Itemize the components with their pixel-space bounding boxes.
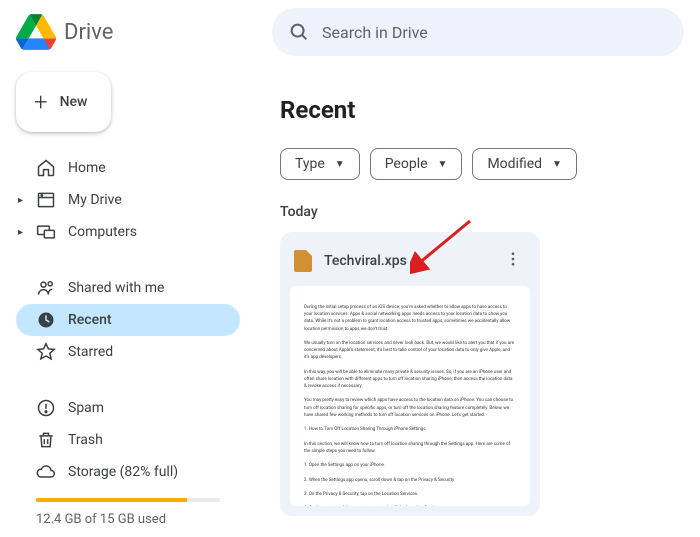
plus-icon: +	[34, 90, 48, 114]
computers-icon	[36, 222, 56, 242]
drive-icon	[36, 190, 56, 210]
sidebar-item-recent[interactable]: Recent	[16, 304, 240, 336]
sidebar-item-shared[interactable]: Shared with me	[16, 272, 240, 304]
sidebar-item-starred[interactable]: Starred	[16, 336, 240, 368]
storage-fill	[36, 498, 187, 502]
app-name: Drive	[64, 20, 113, 45]
star-icon	[36, 342, 56, 362]
new-button-label: New	[60, 94, 88, 110]
sidebar-item-label: Spam	[68, 400, 104, 416]
filter-chip-modified[interactable]: Modified ▼	[472, 148, 577, 180]
shared-icon	[36, 278, 56, 298]
sidebar-item-mydrive[interactable]: ▸ My Drive	[16, 184, 240, 216]
chip-label: People	[385, 156, 428, 172]
file-more-menu[interactable]	[500, 246, 526, 276]
search-bar[interactable]	[272, 8, 684, 56]
page-title: Recent	[280, 96, 676, 124]
sidebar-item-computers[interactable]: ▸ Computers	[16, 216, 240, 248]
filter-chip-people[interactable]: People ▼	[370, 148, 463, 180]
preview-text: During the initial setup process of an i…	[304, 304, 516, 506]
search-icon	[288, 21, 310, 43]
storage-usage-text: 12.4 GB of 15 GB used	[16, 508, 240, 531]
sidebar-item-label: My Drive	[68, 192, 122, 208]
file-name: Techviral.xps	[324, 253, 488, 269]
home-icon	[36, 158, 56, 178]
sidebar-item-label: Shared with me	[68, 280, 164, 296]
filter-chip-type[interactable]: Type ▼	[280, 148, 360, 180]
sidebar-item-label: Storage (82% full)	[68, 464, 178, 480]
trash-icon	[36, 430, 56, 450]
sidebar: + New Home ▸ My Drive ▸	[0, 64, 256, 537]
sidebar-item-label: Home	[68, 160, 106, 176]
caret-icon: ▸	[18, 227, 23, 238]
file-preview: During the initial setup process of an i…	[290, 286, 530, 506]
chevron-down-icon: ▼	[438, 159, 448, 170]
sidebar-item-label: Computers	[68, 224, 137, 240]
sidebar-item-storage[interactable]: Storage (82% full)	[16, 456, 240, 488]
sidebar-item-trash[interactable]: Trash	[16, 424, 240, 456]
sidebar-item-spam[interactable]: Spam	[16, 392, 240, 424]
file-header: Techviral.xps	[280, 232, 540, 286]
more-vert-icon	[504, 250, 522, 268]
recent-icon	[36, 310, 56, 330]
spam-icon	[36, 398, 56, 418]
chip-label: Modified	[487, 156, 542, 172]
storage-bar	[36, 498, 220, 502]
logo-area[interactable]: Drive	[16, 12, 264, 52]
file-card[interactable]: Techviral.xps During the initial setup p…	[280, 232, 540, 516]
chevron-down-icon: ▼	[335, 159, 345, 170]
sidebar-item-home[interactable]: Home	[16, 152, 240, 184]
filter-chips: Type ▼ People ▼ Modified ▼	[280, 148, 676, 180]
header: Drive	[0, 0, 700, 64]
sidebar-item-label: Starred	[68, 344, 113, 360]
chevron-down-icon: ▼	[552, 159, 562, 170]
search-input[interactable]	[322, 23, 668, 42]
sidebar-item-label: Recent	[68, 312, 112, 328]
new-button[interactable]: + New	[16, 72, 111, 132]
drive-logo-icon	[16, 12, 56, 52]
caret-icon: ▸	[18, 195, 23, 206]
cloud-icon	[36, 462, 56, 482]
chip-label: Type	[295, 156, 325, 172]
sidebar-item-label: Trash	[68, 432, 103, 448]
file-type-icon	[294, 250, 312, 272]
section-label: Today	[280, 204, 676, 220]
main-content: Recent Type ▼ People ▼ Modified ▼ Today …	[256, 64, 700, 537]
